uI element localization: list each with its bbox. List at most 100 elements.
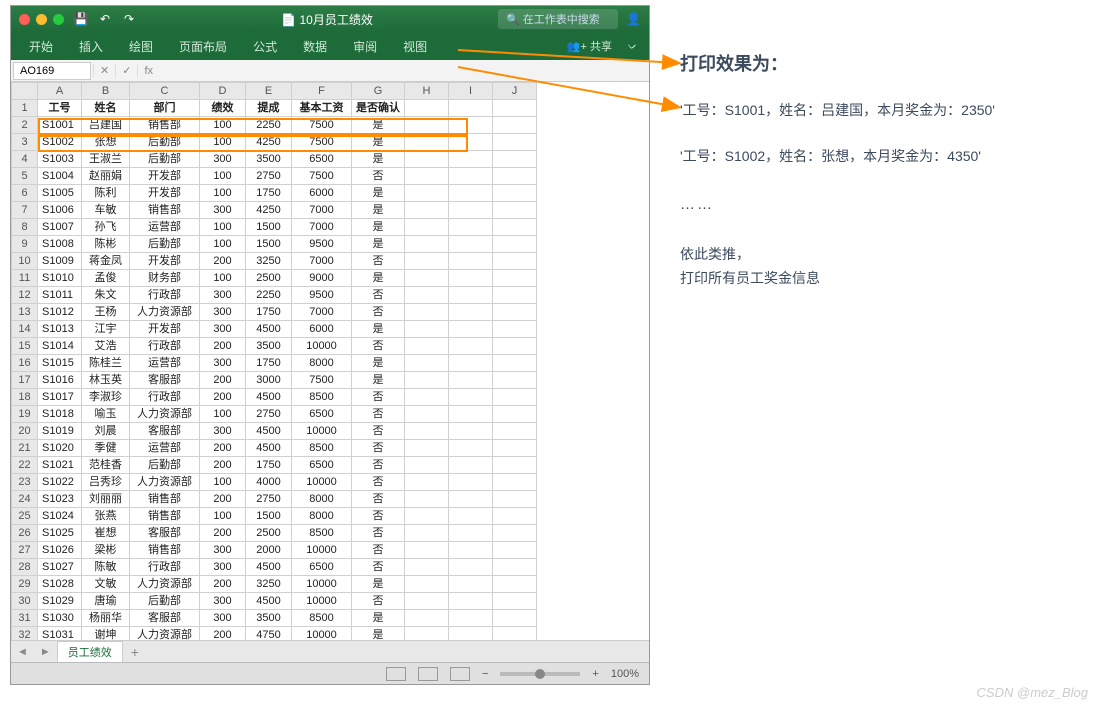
cell[interactable]: S1007: [38, 219, 82, 236]
cell[interactable]: S1006: [38, 202, 82, 219]
cell[interactable]: 运营部: [130, 219, 200, 236]
cell[interactable]: 4500: [246, 321, 292, 338]
cell[interactable]: 200: [200, 491, 246, 508]
cell[interactable]: 100: [200, 474, 246, 491]
cell[interactable]: 8500: [292, 610, 352, 627]
cell[interactable]: 6500: [292, 151, 352, 168]
cell[interactable]: 200: [200, 389, 246, 406]
cell[interactable]: 100: [200, 168, 246, 185]
cell[interactable]: S1018: [38, 406, 82, 423]
cell[interactable]: 300: [200, 287, 246, 304]
cell[interactable]: S1030: [38, 610, 82, 627]
cell[interactable]: 人力资源部: [130, 576, 200, 593]
cell[interactable]: 江宇: [82, 321, 130, 338]
cell[interactable]: S1003: [38, 151, 82, 168]
cell[interactable]: 否: [352, 389, 405, 406]
cell[interactable]: 200: [200, 627, 246, 641]
user-icon[interactable]: 👤: [626, 12, 641, 26]
tab-review[interactable]: 审阅: [341, 34, 389, 59]
cell[interactable]: 6500: [292, 457, 352, 474]
maximize-icon[interactable]: [53, 14, 64, 25]
cell[interactable]: 否: [352, 168, 405, 185]
cell[interactable]: 100: [200, 117, 246, 134]
cell[interactable]: 否: [352, 304, 405, 321]
fx-label[interactable]: fx: [137, 65, 159, 77]
row-header[interactable]: 16: [12, 355, 38, 372]
header-cell[interactable]: 工号: [38, 100, 82, 117]
cell[interactable]: 林玉英: [82, 372, 130, 389]
cell[interactable]: 行政部: [130, 389, 200, 406]
sheet-area[interactable]: ABCDEFGHIJ1工号姓名部门绩效提成基本工资是否确认2S1001吕建国销售…: [11, 82, 649, 640]
cell[interactable]: 范桂香: [82, 457, 130, 474]
cell[interactable]: S1011: [38, 287, 82, 304]
cell[interactable]: 1750: [246, 355, 292, 372]
cell[interactable]: S1028: [38, 576, 82, 593]
tab-data[interactable]: 数据: [291, 34, 339, 59]
cell[interactable]: 7000: [292, 202, 352, 219]
cell[interactable]: 4750: [246, 627, 292, 641]
cell[interactable]: 9000: [292, 270, 352, 287]
row-header[interactable]: 5: [12, 168, 38, 185]
prev-sheet-icon[interactable]: ◄: [11, 646, 34, 658]
cell[interactable]: 客服部: [130, 423, 200, 440]
cell[interactable]: 张想: [82, 134, 130, 151]
cell[interactable]: 4250: [246, 134, 292, 151]
cell[interactable]: 是: [352, 151, 405, 168]
close-icon[interactable]: [19, 14, 30, 25]
row-header[interactable]: 29: [12, 576, 38, 593]
zoom-out-button[interactable]: −: [482, 668, 488, 680]
cell[interactable]: 吕建国: [82, 117, 130, 134]
cell[interactable]: 车敏: [82, 202, 130, 219]
cell[interactable]: S1010: [38, 270, 82, 287]
cell[interactable]: 10000: [292, 474, 352, 491]
cell[interactable]: 否: [352, 593, 405, 610]
cell[interactable]: 7000: [292, 219, 352, 236]
cell[interactable]: 否: [352, 338, 405, 355]
header-cell[interactable]: 部门: [130, 100, 200, 117]
row-header[interactable]: 10: [12, 253, 38, 270]
cell[interactable]: S1001: [38, 117, 82, 134]
cell[interactable]: 是: [352, 202, 405, 219]
tab-layout[interactable]: 页面布局: [167, 34, 239, 59]
view-break-icon[interactable]: [450, 667, 470, 681]
cell[interactable]: 8000: [292, 508, 352, 525]
cell[interactable]: 2750: [246, 406, 292, 423]
cell[interactable]: 10000: [292, 542, 352, 559]
cell[interactable]: 3500: [246, 610, 292, 627]
spreadsheet-grid[interactable]: ABCDEFGHIJ1工号姓名部门绩效提成基本工资是否确认2S1001吕建国销售…: [11, 82, 537, 640]
cell[interactable]: 10000: [292, 627, 352, 641]
cell[interactable]: 崔想: [82, 525, 130, 542]
cancel-icon[interactable]: ✕: [93, 64, 115, 77]
cell[interactable]: 200: [200, 372, 246, 389]
row-header[interactable]: 2: [12, 117, 38, 134]
confirm-icon[interactable]: ✓: [115, 64, 137, 77]
cell[interactable]: 否: [352, 423, 405, 440]
row-header[interactable]: 8: [12, 219, 38, 236]
cell[interactable]: 是: [352, 270, 405, 287]
cell[interactable]: S1029: [38, 593, 82, 610]
cell[interactable]: 否: [352, 491, 405, 508]
cell[interactable]: 300: [200, 202, 246, 219]
tab-draw[interactable]: 绘图: [117, 34, 165, 59]
cell[interactable]: 是: [352, 321, 405, 338]
tab-insert[interactable]: 插入: [67, 34, 115, 59]
cell[interactable]: 否: [352, 406, 405, 423]
row-header[interactable]: 11: [12, 270, 38, 287]
col-header[interactable]: D: [200, 83, 246, 100]
row-header[interactable]: 22: [12, 457, 38, 474]
share-button[interactable]: 👥+ 共享: [559, 34, 620, 58]
tab-home[interactable]: 开始: [17, 34, 65, 59]
cell[interactable]: 季健: [82, 440, 130, 457]
row-header[interactable]: 25: [12, 508, 38, 525]
cell[interactable]: 100: [200, 219, 246, 236]
cell[interactable]: 客服部: [130, 372, 200, 389]
cell[interactable]: 张燕: [82, 508, 130, 525]
cell[interactable]: 100: [200, 508, 246, 525]
cell[interactable]: 蒋金凤: [82, 253, 130, 270]
cell[interactable]: 100: [200, 270, 246, 287]
cell[interactable]: 1750: [246, 304, 292, 321]
cell[interactable]: S1022: [38, 474, 82, 491]
cell[interactable]: 否: [352, 542, 405, 559]
cell[interactable]: 3250: [246, 253, 292, 270]
cell[interactable]: 2250: [246, 117, 292, 134]
